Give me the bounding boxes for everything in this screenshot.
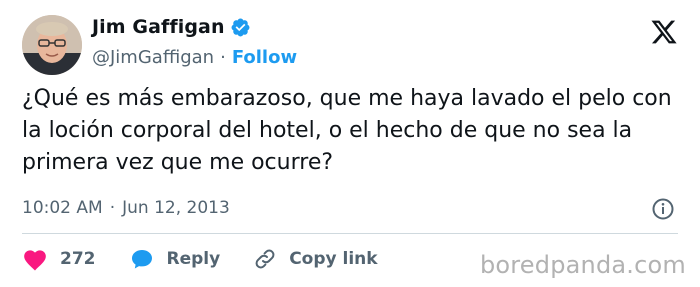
verified-badge-icon — [231, 18, 250, 36]
author-handle-row: @JimGaffigan · Follow — [92, 47, 297, 68]
tweet-time: 10:02 AM — [22, 198, 103, 218]
heart-icon — [24, 250, 46, 271]
separator-dot: · — [109, 198, 116, 218]
link-icon — [255, 249, 275, 269]
divider — [22, 233, 678, 234]
reply-label: Reply — [166, 249, 221, 269]
tweet-timestamp[interactable]: 10:02 AM · Jun 12, 2013 — [22, 198, 230, 218]
copy-link-button[interactable]: Copy link — [253, 247, 378, 271]
avatar[interactable] — [22, 15, 82, 75]
tweet-date: Jun 12, 2013 — [122, 198, 230, 218]
like-count: 272 — [60, 249, 96, 269]
watermark: boredpanda.com — [479, 251, 686, 279]
x-logo-icon[interactable] — [650, 18, 678, 46]
tweet-text: ¿Qué es más embarazoso, que me haya lava… — [22, 86, 672, 175]
action-bar: 272 Reply Copy link — [22, 247, 411, 271]
info-icon[interactable] — [651, 197, 675, 221]
avatar-image — [22, 15, 82, 75]
reply-bubble-icon — [131, 250, 152, 269]
separator-dot: · — [220, 47, 226, 68]
reply-button[interactable]: Reply — [129, 247, 221, 271]
follow-button[interactable]: Follow — [232, 47, 297, 68]
author-name[interactable]: Jim Gaffigan — [92, 16, 225, 38]
like-button[interactable]: 272 — [22, 247, 96, 271]
author-name-row: Jim Gaffigan — [92, 16, 251, 38]
copy-link-label: Copy link — [289, 249, 378, 269]
author-handle[interactable]: @JimGaffigan — [92, 47, 214, 68]
